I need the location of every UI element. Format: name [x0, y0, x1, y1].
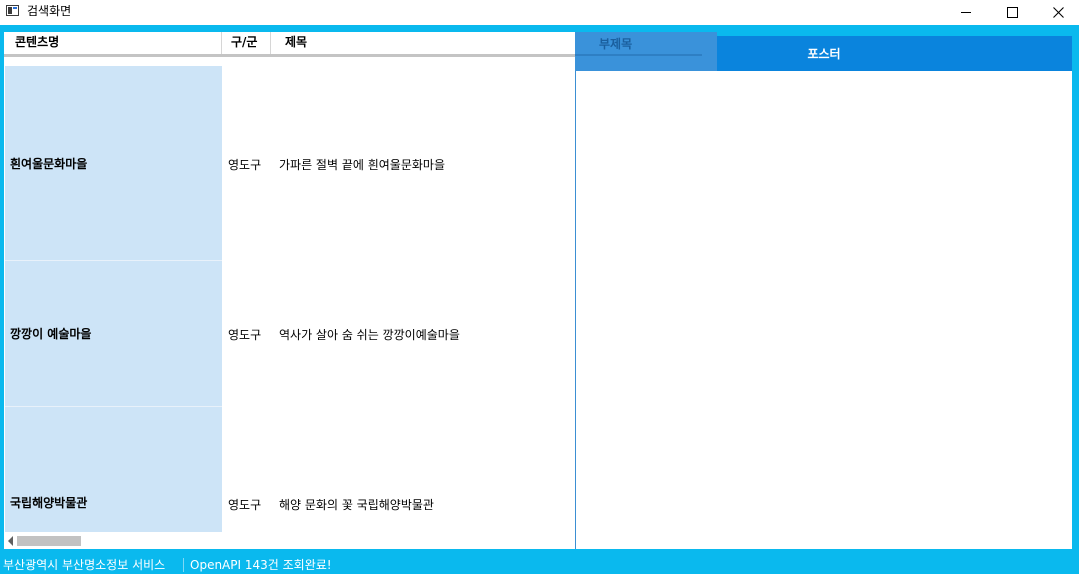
column-header-district[interactable]: 구/군: [222, 32, 271, 54]
status-bar: 부산광역시 부산명소정보 서비스 OpenAPI 143건 조회완료!: [0, 556, 1079, 574]
title-bar: 검색화면: [0, 0, 1079, 25]
cell-district: 영도구: [228, 498, 262, 512]
subtitle-underline: [575, 54, 702, 56]
maximize-button[interactable]: [989, 0, 1035, 25]
results-grid[interactable]: 콘텐츠명 구/군 제목 흰여울문화마을 영도구 가파른 절벽 끝에 흰여울문화마…: [4, 32, 575, 549]
scrollbar-thumb[interactable]: [17, 536, 81, 546]
minimize-button[interactable]: [943, 0, 989, 25]
column-header-content-name[interactable]: 콘텐츠명: [4, 32, 222, 54]
cell-title: 역사가 살아 숨 쉬는 깡깡이예술마을: [279, 328, 460, 342]
cell-content-name: 흰여울문화마을: [5, 66, 222, 260]
cell-district: 영도구: [228, 328, 262, 342]
cell-title: 가파른 절벽 끝에 흰여울문화마을: [279, 158, 446, 172]
cell-title: 해양 문화의 꽃 국립해양박물관: [279, 498, 434, 512]
grid-header: 콘텐츠명 구/군 제목: [4, 32, 575, 57]
subtitle-column-header[interactable]: 부제목: [575, 32, 717, 71]
table-row[interactable]: 깡깡이 예술마을 영도구 역사가 살아 숨 쉬는 깡깡이예술마을: [4, 261, 575, 406]
cell-district: 영도구: [228, 158, 262, 172]
table-row[interactable]: 흰여울문화마을 영도구 가파른 절벽 끝에 흰여울문화마을: [4, 66, 575, 260]
status-service-name: 부산광역시 부산명소정보 서비스: [3, 558, 166, 572]
table-row[interactable]: 국립해양박물관 영도구 해양 문화의 꽃 국립해양박물관: [4, 407, 575, 535]
maximize-icon: [1006, 7, 1018, 18]
close-button[interactable]: [1035, 0, 1079, 25]
poster-panel: 포스터: [575, 36, 1072, 549]
close-icon: [1052, 7, 1064, 18]
minimize-icon: [961, 12, 971, 13]
status-message: OpenAPI 143건 조회완료!: [190, 558, 332, 572]
app-icon: [6, 5, 19, 16]
subtitle-header-label: 부제목: [599, 37, 633, 51]
window-title: 검색화면: [27, 4, 72, 18]
cell-content-name: 국립해양박물관: [5, 407, 222, 535]
column-header-title[interactable]: 제목: [271, 32, 575, 54]
horizontal-scrollbar[interactable]: [4, 532, 575, 549]
scroll-left-arrow-icon[interactable]: [8, 536, 13, 546]
cell-content-name: 깡깡이 예술마을: [5, 261, 222, 406]
status-separator: [183, 558, 184, 572]
